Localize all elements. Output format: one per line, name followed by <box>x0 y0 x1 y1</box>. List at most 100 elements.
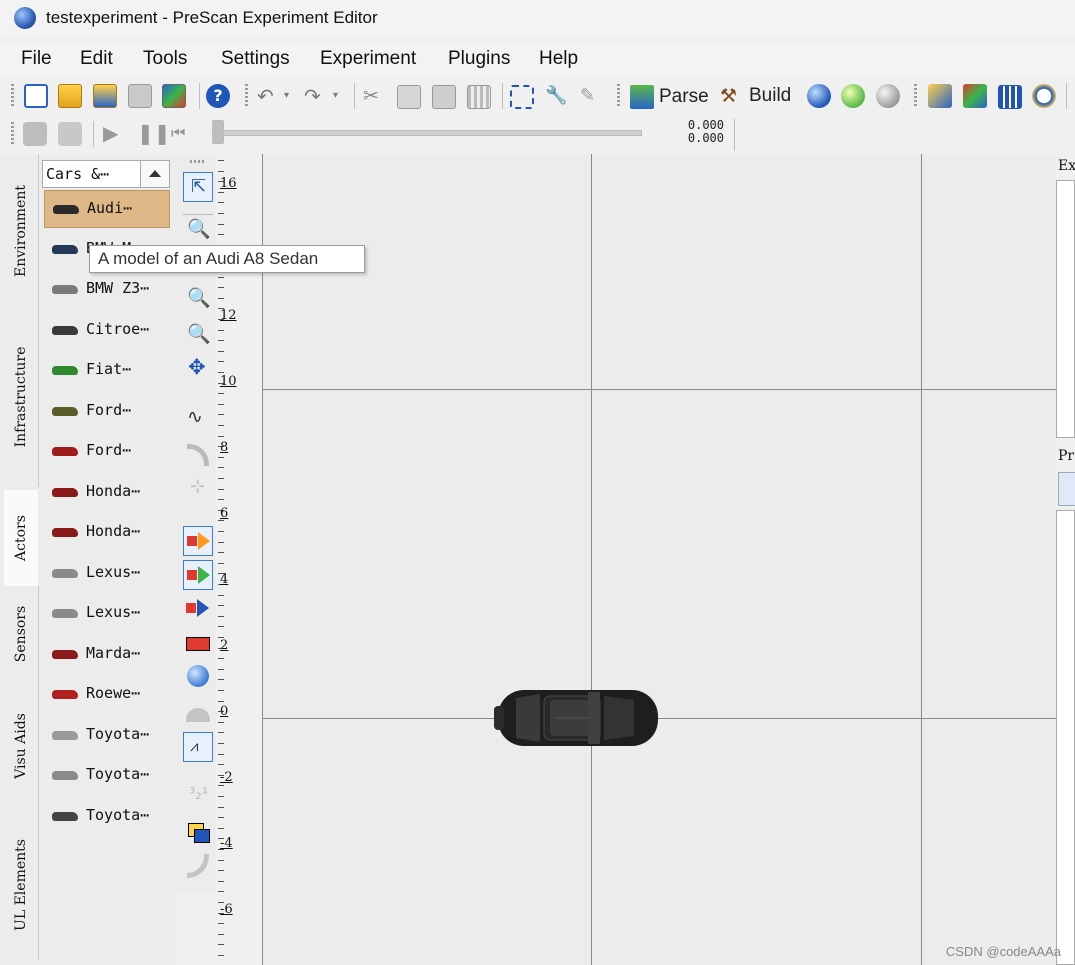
undo-icon[interactable]: ↶ <box>257 85 281 109</box>
actor-list-item[interactable]: Citroe⋯ <box>44 312 168 348</box>
actor-list-item[interactable]: Honda⋯ <box>44 514 168 550</box>
properties-list[interactable] <box>1056 510 1075 965</box>
grid-icon[interactable] <box>467 85 491 109</box>
actor-list-item[interactable]: Roewe⋯ <box>44 676 168 712</box>
play-icon[interactable]: ▶ <box>103 122 127 146</box>
curve-road-tool[interactable] <box>183 440 213 470</box>
actor-list-item[interactable]: Lexus⋯ <box>44 595 168 631</box>
globe-green-icon[interactable] <box>841 84 865 108</box>
menu-edit[interactable]: Edit <box>80 48 113 70</box>
audi-car-actor[interactable] <box>494 686 662 750</box>
paste-icon[interactable] <box>432 85 456 109</box>
zoom-area-tool[interactable]: 🔍 <box>183 320 213 350</box>
actor-list-item[interactable]: Toyota⋯ <box>44 717 168 753</box>
actor-list-item[interactable]: Toyota⋯ <box>44 757 168 793</box>
lidar-sensor-tool[interactable] <box>183 594 213 624</box>
step-forward-icon[interactable] <box>58 122 82 146</box>
open-icon[interactable] <box>58 84 82 108</box>
select-area-icon[interactable] <box>510 85 534 109</box>
connect-tool[interactable]: ⊹ <box>183 474 213 504</box>
ruler-label: 6 <box>220 506 229 521</box>
ruler-tick <box>218 499 224 500</box>
tab-infrastructure[interactable]: Infrastructure <box>4 307 39 487</box>
zoom-window-tool[interactable]: 🔍 <box>183 214 213 245</box>
numbering-tool[interactable]: ³₂¹ <box>183 782 213 812</box>
tab-visu-aids[interactable]: Visu Aids <box>4 682 39 810</box>
actor-list-item[interactable]: Ford⋯ <box>44 433 168 469</box>
ruler-tick <box>218 881 224 882</box>
actor-list-item[interactable]: Audi⋯ <box>44 190 170 228</box>
ruler-tick <box>218 807 224 808</box>
parse-icon[interactable] <box>630 85 654 109</box>
gauge-icon[interactable] <box>1032 84 1056 108</box>
step-back-icon[interactable] <box>23 122 47 146</box>
globe-view-tool[interactable] <box>183 662 213 692</box>
toolbar-grip[interactable] <box>11 84 14 108</box>
actor-list-item[interactable]: Toyota⋯ <box>44 798 168 834</box>
sphere-icon[interactable] <box>876 84 900 108</box>
help-icon[interactable]: ? <box>206 84 230 108</box>
actor-category-header[interactable]: Cars &⋯ <box>42 160 141 188</box>
actor-list-item[interactable]: Honda⋯ <box>44 474 168 510</box>
traffic-sign-tool[interactable] <box>183 630 213 660</box>
tab-ul-elements[interactable]: UL Elements <box>4 810 39 960</box>
redo-icon[interactable]: ↷ <box>304 85 328 109</box>
actor-list-item[interactable]: Marda⋯ <box>44 636 168 672</box>
app-icon <box>14 7 36 29</box>
table-icon[interactable] <box>998 85 1022 109</box>
ruler-tick <box>218 414 224 415</box>
save-icon[interactable] <box>128 84 152 108</box>
time-readout-bottom: 0.000 <box>687 131 724 145</box>
draw-path-tool[interactable]: ∿ <box>183 404 213 434</box>
actor-list-item[interactable]: BMW Z3⋯ <box>44 271 168 307</box>
actor-list-item[interactable]: Fiat⋯ <box>44 352 168 388</box>
menu-experiment[interactable]: Experiment <box>320 48 416 70</box>
expand-collapse-icon[interactable] <box>1058 472 1075 506</box>
pan-tool[interactable]: ✥ <box>183 354 213 384</box>
dome-tool[interactable] <box>183 698 213 728</box>
open-folder-icon[interactable] <box>93 84 117 108</box>
experiment-canvas[interactable] <box>262 154 1056 965</box>
actor-item-label: Lexus⋯ <box>86 603 141 621</box>
camera-sensor-tool[interactable] <box>183 526 213 556</box>
experiment-tree[interactable] <box>1056 180 1075 438</box>
radar-sensor-tool[interactable] <box>183 560 213 590</box>
lane-marker-tool[interactable]: ⩘ <box>183 732 213 762</box>
tab-environment[interactable]: Environment <box>4 154 39 307</box>
ruler-tick <box>218 467 224 468</box>
layer-tool[interactable] <box>183 818 213 848</box>
wrench-icon[interactable]: 🔧 <box>545 85 569 109</box>
rewind-icon[interactable]: ⏮ <box>171 122 195 146</box>
actor-list-item[interactable]: Ford⋯ <box>44 393 168 429</box>
time-slider-track[interactable] <box>212 130 642 136</box>
tools-icon[interactable] <box>963 84 987 108</box>
car-thumbnail-icon <box>52 609 78 618</box>
globe-icon[interactable] <box>807 84 831 108</box>
build-button[interactable]: Build <box>749 85 791 107</box>
zoom-out-tool[interactable]: 🔍 <box>183 284 213 314</box>
menu-file[interactable]: File <box>21 48 52 70</box>
cut-icon[interactable]: ✂ <box>363 85 387 109</box>
arc-tool[interactable] <box>183 852 213 882</box>
menu-tools[interactable]: Tools <box>143 48 187 70</box>
simulation-toolbar: ▶ ❚❚ ⏮ 0.000 0.000 <box>0 116 740 152</box>
menu-settings[interactable]: Settings <box>221 48 290 70</box>
menu-plugins[interactable]: Plugins <box>448 48 510 70</box>
car-thumbnail-icon <box>52 325 78 335</box>
build-icon[interactable]: ⚒ <box>720 85 744 109</box>
pencil-icon[interactable]: ✎ <box>580 85 604 109</box>
edit-icon[interactable] <box>162 84 186 108</box>
select-pointer-tool[interactable]: ⇱ <box>183 172 213 202</box>
copy-icon[interactable] <box>397 85 421 109</box>
pause-icon[interactable]: ❚❚ <box>137 122 171 146</box>
list-scroll-up-button[interactable] <box>140 160 170 188</box>
menu-help[interactable]: Help <box>539 48 578 70</box>
tab-actors[interactable]: Actors <box>4 490 38 586</box>
new-experiment-icon[interactable] <box>24 84 48 108</box>
parse-button[interactable]: Parse <box>659 86 709 108</box>
tab-sensors[interactable]: Sensors <box>4 586 39 682</box>
ruler-tick <box>218 404 224 405</box>
ruler-icon[interactable] <box>928 84 952 108</box>
time-slider-handle[interactable] <box>212 120 224 144</box>
actor-list-item[interactable]: Lexus⋯ <box>44 555 168 591</box>
